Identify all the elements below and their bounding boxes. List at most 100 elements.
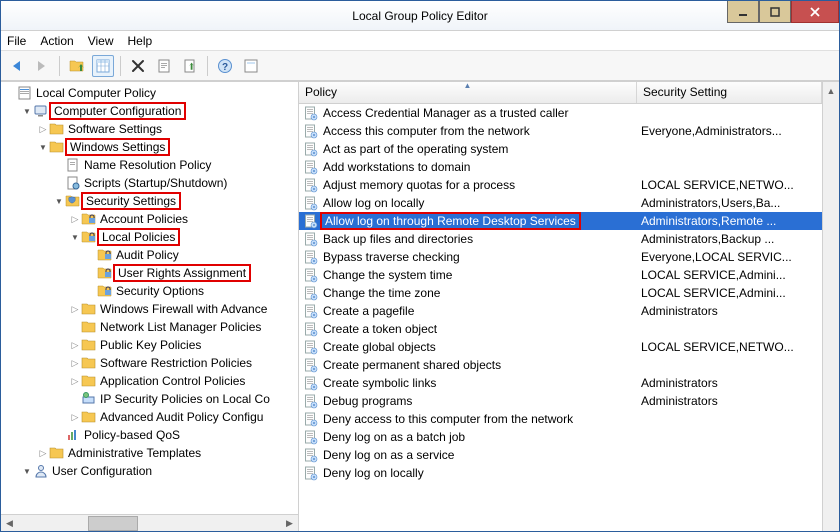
policy-setting: Everyone,Administrators... [637, 124, 822, 138]
menu-view[interactable]: View [88, 34, 114, 48]
policy-icon [303, 249, 319, 265]
folder-icon [81, 301, 97, 317]
policy-icon [303, 357, 319, 373]
policy-row[interactable]: Deny log on locally [299, 464, 822, 482]
properties-button[interactable] [153, 55, 175, 77]
tree-item[interactable]: Security Settings [1, 192, 298, 210]
expand-toggle-icon[interactable] [69, 376, 81, 387]
tree-item[interactable]: Application Control Policies [1, 372, 298, 390]
help-button[interactable] [214, 55, 236, 77]
policy-row[interactable]: Change the system timeLOCAL SERVICE,Admi… [299, 266, 822, 284]
tree-item[interactable]: IP Security Policies on Local Co [1, 390, 298, 408]
tree-item[interactable]: Name Resolution Policy [1, 156, 298, 174]
tree-item[interactable]: Administrative Templates [1, 444, 298, 462]
column-setting[interactable]: Security Setting [637, 82, 822, 103]
export-button[interactable] [179, 55, 201, 77]
list-vscrollbar[interactable]: ▲ [822, 82, 839, 531]
expand-toggle-icon[interactable] [69, 412, 81, 423]
column-policy[interactable]: ▲ Policy [299, 82, 637, 103]
tree-item[interactable]: Windows Firewall with Advance [1, 300, 298, 318]
menubar: File Action View Help [1, 31, 839, 51]
expand-toggle-icon[interactable] [37, 448, 49, 459]
show-tree-button[interactable] [92, 55, 114, 77]
tree-item[interactable]: Windows Settings [1, 138, 298, 156]
expand-toggle-icon[interactable] [53, 197, 65, 206]
tree-item[interactable]: Policy-based QoS [1, 426, 298, 444]
policy-row[interactable]: Deny log on as a batch job [299, 428, 822, 446]
policy-row[interactable]: Allow log on locallyAdministrators,Users… [299, 194, 822, 212]
expand-toggle-icon[interactable] [37, 124, 49, 135]
tree-item[interactable]: Scripts (Startup/Shutdown) [1, 174, 298, 192]
expand-toggle-icon[interactable] [69, 340, 81, 351]
tree-item[interactable]: Network List Manager Policies [1, 318, 298, 336]
policy-row[interactable]: Add workstations to domain [299, 158, 822, 176]
folder-icon [49, 445, 65, 461]
menu-help[interactable]: Help [128, 34, 153, 48]
expand-toggle-icon[interactable] [37, 143, 49, 152]
tree-item[interactable]: Software Settings [1, 120, 298, 138]
tree-item[interactable]: Public Key Policies [1, 336, 298, 354]
policy-row[interactable]: Adjust memory quotas for a processLOCAL … [299, 176, 822, 194]
policy-row[interactable]: Deny log on as a service [299, 446, 822, 464]
policy-row[interactable]: Act as part of the operating system [299, 140, 822, 158]
qos-icon [65, 427, 81, 443]
policy-row[interactable]: Access Credential Manager as a trusted c… [299, 104, 822, 122]
maximize-button[interactable] [759, 1, 791, 23]
tree-item[interactable]: User Configuration [1, 462, 298, 480]
menu-action[interactable]: Action [40, 34, 73, 48]
minimize-button[interactable] [727, 1, 759, 23]
policy-row[interactable]: Create symbolic linksAdministrators [299, 374, 822, 392]
separator [120, 56, 121, 76]
policy-list[interactable]: Access Credential Manager as a trusted c… [299, 104, 822, 531]
tree-item[interactable]: User Rights Assignment [1, 264, 298, 282]
policy-setting: LOCAL SERVICE,NETWO... [637, 178, 822, 192]
tree-item-label: Local Computer Policy [36, 86, 156, 100]
expand-toggle-icon[interactable] [21, 107, 33, 116]
policy-row[interactable]: Create permanent shared objects [299, 356, 822, 374]
separator [59, 56, 60, 76]
tree-item[interactable]: Audit Policy [1, 246, 298, 264]
expand-toggle-icon[interactable] [69, 214, 81, 225]
tree-hscrollbar[interactable]: ◀ ▶ [1, 514, 298, 531]
sort-asc-icon: ▲ [464, 81, 472, 90]
tree-item-label: User Rights Assignment [113, 264, 251, 282]
policy-row[interactable]: Debug programsAdministrators [299, 392, 822, 410]
forward-button[interactable] [31, 55, 53, 77]
policy-row[interactable]: Create a pagefileAdministrators [299, 302, 822, 320]
policy-icon [303, 285, 319, 301]
tree-item[interactable]: Software Restriction Policies [1, 354, 298, 372]
tree-item[interactable]: Account Policies [1, 210, 298, 228]
expand-toggle-icon[interactable] [21, 467, 33, 476]
policy-row[interactable]: Deny access to this computer from the ne… [299, 410, 822, 428]
tree-scroll[interactable]: Local Computer Policy Computer Configurat… [1, 82, 298, 514]
scroll-thumb[interactable] [88, 516, 138, 531]
up-button[interactable] [66, 55, 88, 77]
tree-item[interactable]: Advanced Audit Policy Configu [1, 408, 298, 426]
folder-icon [81, 373, 97, 389]
policy-row[interactable]: Back up files and directoriesAdministrat… [299, 230, 822, 248]
policy-row[interactable]: Create global objectsLOCAL SERVICE,NETWO… [299, 338, 822, 356]
policy-row[interactable]: Bypass traverse checkingEveryone,LOCAL S… [299, 248, 822, 266]
policy-icon [303, 267, 319, 283]
tree-item[interactable]: Security Options [1, 282, 298, 300]
scroll-right-icon[interactable]: ▶ [281, 516, 298, 531]
scroll-left-icon[interactable]: ◀ [1, 516, 18, 531]
tree-pane: Local Computer Policy Computer Configurat… [1, 82, 299, 531]
delete-button[interactable] [127, 55, 149, 77]
policy-row[interactable]: Access this computer from the networkEve… [299, 122, 822, 140]
info-button[interactable] [240, 55, 262, 77]
policy-row[interactable]: Allow log on through Remote Desktop Serv… [299, 212, 822, 230]
tree-item[interactable]: Local Computer Policy [1, 84, 298, 102]
tree-item[interactable]: Local Policies [1, 228, 298, 246]
policy-row[interactable]: Create a token object [299, 320, 822, 338]
expand-toggle-icon[interactable] [69, 304, 81, 315]
close-button[interactable] [791, 1, 839, 23]
menu-file[interactable]: File [7, 34, 26, 48]
tree-item[interactable]: Computer Configuration [1, 102, 298, 120]
expand-toggle-icon[interactable] [69, 233, 81, 242]
policy-row[interactable]: Change the time zoneLOCAL SERVICE,Admini… [299, 284, 822, 302]
tree-item-label: Software Restriction Policies [100, 356, 252, 370]
expand-toggle-icon[interactable] [69, 358, 81, 369]
back-button[interactable] [5, 55, 27, 77]
user-icon [33, 463, 49, 479]
